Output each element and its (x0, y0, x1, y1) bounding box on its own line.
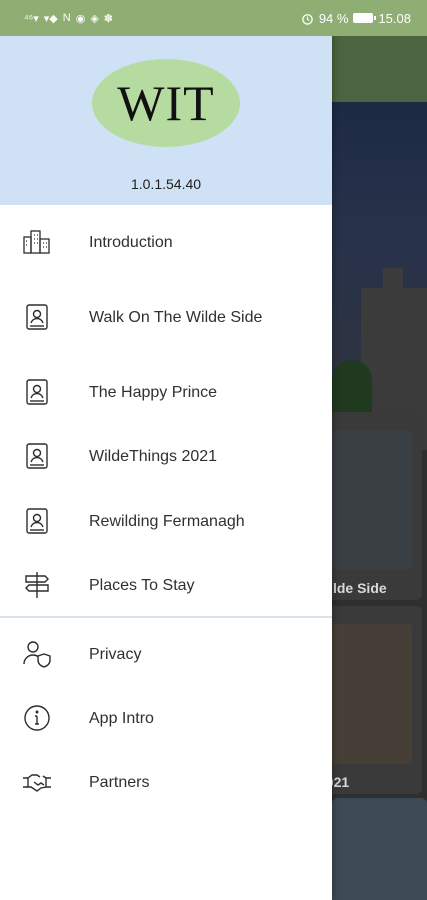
background-card: Wilde Side (332, 412, 422, 600)
user-shield-icon (22, 639, 52, 669)
handshake-icon (22, 767, 52, 797)
info-icon (22, 703, 52, 733)
menu-item-walk-on-the-wilde-side[interactable]: Walk On The Wilde Side (0, 287, 332, 347)
battery-icon (353, 13, 377, 23)
clock: 15.08 (378, 10, 411, 26)
drawer-header: WIT 1.0.1.54.40 (0, 36, 332, 205)
menu-label: Places To Stay (89, 576, 195, 594)
status-bar: ⁴⁶▾ ▾◆ N ◉ ◈ ✽ 94 % 15.08 (0, 0, 427, 36)
portrait-book-icon (22, 441, 52, 471)
signal-icon: ⁴⁶▾ (24, 12, 39, 25)
background-hero-image (332, 102, 427, 450)
menu-item-privacy[interactable]: Privacy (0, 624, 332, 684)
alarm-icon (302, 13, 313, 25)
portrait-book-icon (22, 377, 52, 407)
menu-label: Privacy (89, 645, 142, 663)
dropbox-icon: ✽ (103, 12, 114, 25)
menu-label: WildeThings 2021 (89, 447, 218, 465)
menu-label: The Happy Prince (89, 383, 218, 401)
menu-item-partners[interactable]: Partners (0, 752, 332, 812)
status-left-icons: ⁴⁶▾ ▾◆ N ◉ ◈ ✽ (24, 12, 113, 25)
menu-item-introduction[interactable]: Introduction (0, 212, 332, 272)
background-card-image (332, 798, 427, 900)
menu-label: Rewilding Fermanagh (89, 512, 245, 530)
battery-percent: 94 % (318, 10, 349, 26)
menu-item-the-happy-prince[interactable]: The Happy Prince (0, 362, 332, 422)
menu-item-places-to-stay[interactable]: Places To Stay (0, 555, 332, 615)
app-logo: WIT (92, 59, 240, 147)
app-version: 1.0.1.54.40 (130, 176, 202, 192)
menu-label: App Intro (89, 709, 154, 727)
notification-icon-n: N (62, 12, 71, 24)
portrait-book-icon (22, 506, 52, 536)
background-app-bar (332, 36, 427, 102)
background-card-title: Wilde Side (332, 580, 387, 596)
whatsapp-icon: ◉ (75, 12, 86, 25)
menu-label: Partners (89, 773, 150, 791)
background-app: Wilde Side 2021 (332, 36, 427, 900)
notification-icon: ◈ (90, 12, 99, 25)
buildings-icon (22, 227, 52, 257)
menu-item-wildethings-2021[interactable]: WildeThings 2021 (0, 426, 332, 486)
background-card-image (332, 624, 412, 764)
signpost-icon (22, 570, 52, 600)
portrait-book-icon (22, 302, 52, 332)
background-card-title: 2021 (332, 774, 350, 790)
menu-label: Walk On The Wilde Side (89, 308, 263, 326)
menu-divider (0, 616, 332, 618)
menu-label: Introduction (89, 233, 173, 251)
menu-item-app-intro[interactable]: App Intro (0, 688, 332, 748)
background-card-image (332, 430, 412, 570)
background-card: 2021 (332, 606, 422, 794)
signal-icon-2: ▾◆ (43, 12, 58, 25)
navigation-drawer: WIT 1.0.1.54.40 Introduction Walk On The… (0, 36, 332, 900)
menu-item-rewilding-fermanagh[interactable]: Rewilding Fermanagh (0, 491, 332, 551)
status-right-icons: 94 % 15.08 (301, 11, 411, 26)
